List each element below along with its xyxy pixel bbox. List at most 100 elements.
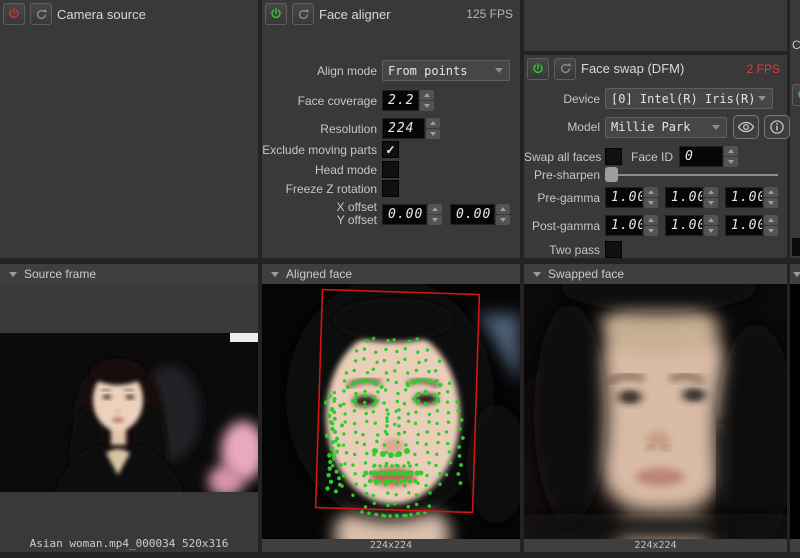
collapse-triangle-icon[interactable] — [793, 271, 800, 277]
swap-all-faces-checkbox[interactable] — [605, 148, 622, 165]
pre-sharpen-slider[interactable] — [605, 167, 778, 182]
spin-up-icon[interactable] — [496, 203, 510, 214]
power-button[interactable] — [527, 57, 549, 80]
y-offset-input[interactable]: 0.00 — [450, 203, 495, 225]
freeze-z-rotation-checkbox[interactable] — [382, 180, 399, 197]
reset-settings-button[interactable] — [554, 57, 576, 80]
slider-groove — [607, 174, 778, 176]
reset-settings-button[interactable] — [30, 3, 52, 25]
spin-up-icon[interactable] — [704, 187, 718, 197]
face-aligner-panel: Face aligner 125 FPS Align mode From poi… — [262, 0, 520, 258]
power-icon — [271, 7, 281, 19]
pre-gamma-r-stepper[interactable] — [644, 187, 658, 208]
fps-counter: 2 FPS — [746, 61, 780, 76]
x-offset-input[interactable]: 0.00 — [382, 203, 427, 225]
pre-gamma-g-input[interactable]: 1.00 — [665, 187, 703, 208]
spin-up-icon[interactable] — [764, 215, 778, 225]
preview-model-button[interactable] — [733, 115, 759, 139]
model-dropdown[interactable]: Millie Park — [605, 116, 727, 138]
post-gamma-b-stepper[interactable] — [764, 215, 778, 236]
cutoff-view-caption — [790, 539, 800, 552]
eye-icon — [737, 121, 755, 133]
camera-source-header: Camera source — [0, 0, 258, 28]
panel-title: Camera source — [57, 6, 146, 22]
reset-icon — [298, 8, 309, 19]
cutoff-view-image — [790, 284, 800, 539]
spin-up-icon[interactable] — [704, 215, 718, 225]
exclude-moving-parts-checkbox[interactable]: ✓ — [382, 141, 399, 158]
face-swap-header: Face swap (DFM) 2 FPS — [524, 55, 787, 82]
face-coverage-input[interactable]: 2.2 — [382, 90, 419, 111]
collapse-triangle-icon[interactable] — [9, 271, 17, 277]
reset-settings-button[interactable] — [292, 3, 314, 25]
pre-gamma-b-stepper[interactable] — [764, 187, 778, 208]
power-icon — [798, 90, 800, 99]
exclude-moving-parts-row: Exclude moving parts ✓ — [262, 141, 399, 158]
power-button[interactable] — [3, 3, 25, 25]
device-dropdown[interactable]: [0] Intel(R) Iris(R) Xe — [605, 88, 773, 109]
slider-handle[interactable] — [605, 167, 618, 182]
spin-down-icon[interactable] — [496, 214, 510, 225]
swap-all-faces-row: Swap all faces Face ID 0 — [524, 146, 739, 167]
collapse-triangle-icon[interactable] — [533, 271, 541, 277]
x-offset-label: X offset — [336, 200, 377, 214]
two-pass-checkbox[interactable] — [605, 241, 622, 258]
x-offset-stepper[interactable] — [428, 203, 442, 225]
spin-down-icon[interactable] — [428, 214, 442, 225]
y-offset-stepper[interactable] — [496, 203, 510, 225]
spin-down-icon[interactable] — [644, 226, 658, 236]
spin-up-icon[interactable] — [426, 118, 440, 128]
resolution-input[interactable]: 224 — [382, 118, 425, 139]
pre-gamma-b-input[interactable]: 1.00 — [725, 187, 763, 208]
power-icon — [533, 62, 543, 73]
post-gamma-b-input[interactable]: 1.00 — [725, 215, 763, 236]
head-mode-checkbox[interactable] — [382, 161, 399, 178]
post-gamma-g-input[interactable]: 1.00 — [665, 215, 703, 236]
spin-up-icon[interactable] — [764, 187, 778, 197]
source-frame-panel: Source frame Asian woman.mp4_000034 520x… — [0, 264, 258, 552]
spin-down-icon[interactable] — [764, 226, 778, 236]
collapse-triangle-icon[interactable] — [271, 271, 279, 277]
spin-down-icon[interactable] — [704, 198, 718, 208]
face-coverage-stepper[interactable] — [420, 90, 434, 111]
info-icon — [770, 120, 784, 134]
post-gamma-r-input[interactable]: 1.00 — [605, 215, 643, 236]
two-pass-row: Two pass — [524, 241, 622, 258]
spin-down-icon[interactable] — [420, 101, 434, 111]
spin-down-icon[interactable] — [704, 226, 718, 236]
pre-gamma-g-stepper[interactable] — [704, 187, 718, 208]
spin-down-icon[interactable] — [724, 157, 739, 167]
spin-up-icon[interactable] — [644, 187, 658, 197]
pre-gamma-r-input[interactable]: 1.00 — [605, 187, 643, 208]
offset-row: X offset Y offset 0.00 0.00 — [262, 201, 510, 227]
head-mode-label: Head mode — [314, 162, 377, 177]
post-gamma-row: Post-gamma 1.00 1.00 1.00 — [524, 215, 778, 236]
chevron-down-icon — [712, 124, 720, 130]
pre-sharpen-label: Pre-sharpen — [533, 167, 600, 182]
spin-down-icon[interactable] — [764, 198, 778, 208]
aligned-face-header: Aligned face — [262, 264, 520, 284]
cutoff-power-button[interactable] — [792, 84, 800, 108]
power-button[interactable] — [265, 3, 287, 25]
spin-down-icon[interactable] — [644, 198, 658, 208]
freeze-z-rotation-label: Freeze Z rotation — [285, 181, 377, 196]
swapped-face-header: Swapped face — [524, 264, 787, 284]
source-frame-header: Source frame — [0, 264, 258, 284]
source-frame-image — [0, 333, 258, 492]
spin-up-icon[interactable] — [644, 215, 658, 225]
source-frame-caption: Asian woman.mp4_000034 520x316 — [29, 537, 229, 550]
model-info-button[interactable] — [764, 115, 790, 139]
align-mode-dropdown[interactable]: From points — [382, 60, 510, 81]
post-gamma-g-stepper[interactable] — [704, 215, 718, 236]
resolution-stepper[interactable] — [426, 118, 440, 139]
panel-title: Face swap (DFM) — [581, 61, 685, 76]
face-id-stepper[interactable] — [724, 146, 739, 167]
post-gamma-r-stepper[interactable] — [644, 215, 658, 236]
two-pass-label: Two pass — [549, 242, 600, 257]
spin-up-icon[interactable] — [428, 203, 442, 214]
spin-up-icon[interactable] — [420, 90, 434, 100]
align-mode-label: Align mode — [316, 63, 377, 78]
spin-down-icon[interactable] — [426, 129, 440, 139]
spin-up-icon[interactable] — [724, 146, 739, 156]
face-id-input[interactable]: 0 — [679, 146, 724, 167]
